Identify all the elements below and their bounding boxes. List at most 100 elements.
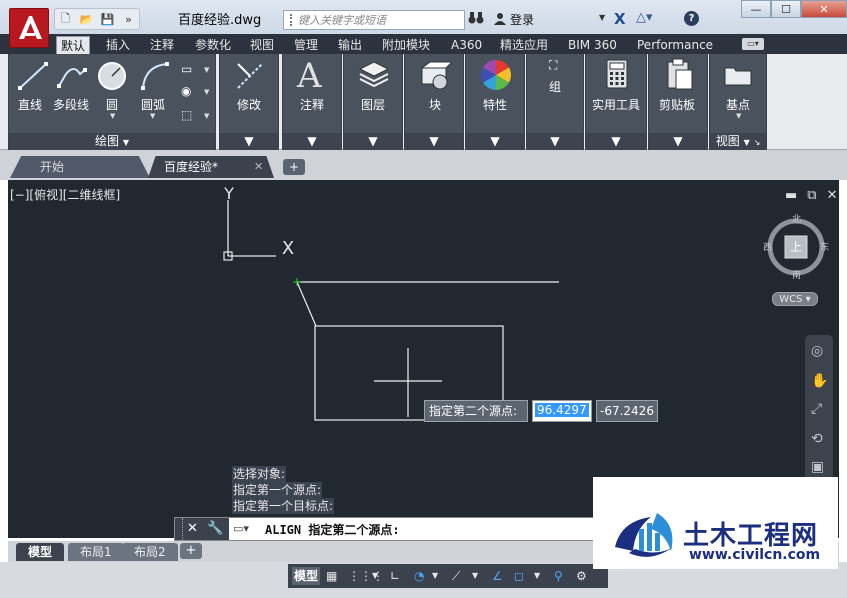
snap-mode-icon[interactable]: ⋮⋮⋮ bbox=[348, 567, 384, 585]
isodraft-dropdown-icon[interactable]: ▼ bbox=[472, 567, 478, 585]
annotation-scale-icon[interactable]: ⚲ bbox=[554, 567, 563, 585]
object-snap-tracking-icon[interactable]: ∠ bbox=[492, 567, 503, 585]
clipboard-panel[interactable]: 剪贴板 ▼ bbox=[648, 54, 708, 150]
clipboard-dropdown-icon[interactable]: ▼ bbox=[649, 133, 707, 150]
command-line-grip[interactable] bbox=[175, 518, 183, 540]
boundary-dropdown-icon[interactable]: ▼ bbox=[204, 112, 209, 120]
modify-panel[interactable]: 修改 ▼ bbox=[219, 54, 279, 150]
tab-view[interactable]: 视图 bbox=[246, 36, 278, 54]
polyline-tool[interactable]: 多段线 bbox=[53, 96, 89, 113]
tab-default[interactable]: 默认 bbox=[56, 36, 91, 54]
utilities-panel[interactable]: 实用工具 ▼ bbox=[585, 54, 647, 150]
annotation-panel[interactable]: A 注释 ▼ bbox=[282, 54, 342, 150]
circle-tool[interactable]: 圆 bbox=[106, 96, 118, 113]
arc-tool[interactable]: 圆弧 bbox=[141, 96, 165, 113]
polar-tracking-icon[interactable]: ◔ bbox=[414, 567, 424, 585]
block-panel[interactable]: 块 ▼ bbox=[404, 54, 464, 150]
object-snap-dropdown-icon[interactable]: ▼ bbox=[534, 567, 540, 585]
properties-dropdown-icon[interactable]: ▼ bbox=[466, 133, 524, 150]
base-dropdown-icon[interactable]: ▼ bbox=[736, 112, 741, 120]
wrench-icon[interactable]: 🔧 bbox=[207, 521, 223, 536]
tab-insert[interactable]: 插入 bbox=[102, 36, 134, 54]
modify-dropdown-icon[interactable]: ▼ bbox=[220, 133, 278, 150]
command-line-close-icon[interactable]: ✕ bbox=[187, 521, 201, 537]
viewcube[interactable]: 北 南 东 西 上 bbox=[763, 215, 829, 281]
steering-wheel-icon[interactable]: ◎ bbox=[811, 343, 823, 359]
tab-model[interactable]: 模型 bbox=[16, 543, 65, 561]
binoculars-icon[interactable] bbox=[468, 11, 484, 29]
minimize-button[interactable]: — bbox=[741, 0, 771, 18]
hatch-icon[interactable]: ◉ bbox=[181, 84, 197, 100]
tab-parametric[interactable]: 参数化 bbox=[191, 36, 235, 54]
rectangle-dropdown-icon[interactable]: ▼ bbox=[204, 66, 209, 74]
tab-bim360[interactable]: BIM 360 bbox=[564, 36, 621, 54]
recent-commands-icon[interactable]: ▭▾ bbox=[233, 522, 249, 535]
dynamic-input-x-field[interactable]: 96.4297 bbox=[532, 400, 592, 422]
isodraft-icon[interactable]: ⟋ bbox=[452, 567, 460, 585]
arc-dropdown-icon[interactable]: ▼ bbox=[150, 112, 155, 120]
wcs-menu[interactable]: WCS ▾ bbox=[772, 292, 818, 306]
orbit-icon[interactable]: ⟲ bbox=[811, 431, 823, 447]
open-file-icon[interactable]: 📂 bbox=[76, 9, 97, 29]
help-icon[interactable]: ? bbox=[684, 11, 699, 26]
a360-icon[interactable]: △▾ bbox=[636, 10, 653, 25]
new-file-icon[interactable]: 🗋 bbox=[55, 9, 76, 29]
tab-layout2[interactable]: 布局2 bbox=[122, 543, 178, 561]
autodesk-exchange-icon[interactable]: X bbox=[614, 10, 626, 28]
panel-launcher-icon[interactable]: ↘ bbox=[754, 138, 761, 147]
add-layout-button[interactable]: + bbox=[180, 543, 202, 559]
viewcube-east[interactable]: 东 bbox=[820, 240, 829, 253]
command-input[interactable]: ALIGN 指定第二个源点: bbox=[265, 521, 400, 538]
tab-addins[interactable]: 附加模块 bbox=[378, 36, 434, 54]
boundary-icon[interactable]: ⬚ bbox=[181, 108, 197, 124]
tab-performance[interactable]: Performance bbox=[633, 36, 717, 54]
base-label[interactable]: 基点 bbox=[726, 96, 750, 113]
groups-panel[interactable]: ⛶ 组 ▼ bbox=[526, 54, 584, 150]
viewcube-north[interactable]: 北 bbox=[792, 212, 801, 225]
tab-featured-apps[interactable]: 精选应用 bbox=[496, 36, 552, 54]
line-tool[interactable]: 直线 bbox=[18, 96, 42, 113]
showmotion-icon[interactable]: ▣ bbox=[811, 459, 824, 475]
snap-dropdown-icon[interactable]: ▼ bbox=[372, 567, 378, 585]
draw-panel-title[interactable]: 绘图 ▼ bbox=[9, 133, 215, 150]
tab-annotate[interactable]: 注释 bbox=[146, 36, 178, 54]
properties-panel[interactable]: 特性 ▼ bbox=[465, 54, 525, 150]
hatch-dropdown-icon[interactable]: ▼ bbox=[204, 88, 209, 96]
annotation-dropdown-icon[interactable]: ▼ bbox=[283, 133, 341, 150]
viewcube-west[interactable]: 西 bbox=[763, 240, 772, 253]
zoom-extents-icon[interactable]: ⤢ bbox=[811, 401, 822, 417]
block-dropdown-icon[interactable]: ▼ bbox=[405, 133, 463, 150]
grid-icon[interactable]: ▦ bbox=[326, 567, 337, 585]
close-tab-icon[interactable]: ✕ bbox=[254, 160, 263, 173]
tab-a360[interactable]: A360 bbox=[447, 36, 486, 54]
login-button[interactable]: 登录 bbox=[494, 11, 534, 28]
circle-dropdown-icon[interactable]: ▼ bbox=[110, 112, 115, 120]
tab-manage[interactable]: 管理 bbox=[290, 36, 322, 54]
model-space-button[interactable]: 模型 bbox=[292, 567, 321, 585]
tab-start[interactable]: 开始 bbox=[10, 156, 150, 178]
view-panel-title[interactable]: 视图 ▼ ↘ bbox=[710, 133, 766, 150]
viewcube-south[interactable]: 南 bbox=[792, 268, 801, 281]
groups-dropdown-icon[interactable]: ▼ bbox=[527, 133, 583, 150]
search-input[interactable]: 键入关键字或短语 bbox=[283, 10, 465, 30]
qat-more-icon[interactable]: » bbox=[118, 9, 139, 29]
utilities-dropdown-icon[interactable]: ▼ bbox=[586, 133, 646, 150]
tab-output[interactable]: 输出 bbox=[334, 36, 366, 54]
tab-layout1[interactable]: 布局1 bbox=[68, 543, 124, 561]
polar-dropdown-icon[interactable]: ▼ bbox=[432, 567, 438, 585]
viewcube-top-face[interactable]: 上 bbox=[790, 238, 802, 255]
object-snap-icon[interactable]: ◻ bbox=[514, 567, 524, 585]
command-line[interactable]: ✕ 🔧 ▭▾ ALIGN 指定第二个源点: bbox=[174, 517, 594, 541]
dynamic-input-y-field[interactable]: -67.2426 bbox=[596, 400, 658, 422]
layers-panel[interactable]: 图层 ▼ bbox=[343, 54, 403, 150]
rectangle-icon[interactable]: ▭ bbox=[181, 62, 197, 78]
application-menu-button[interactable] bbox=[9, 8, 49, 48]
ribbon-minimize-icon[interactable]: ▭▾ bbox=[742, 38, 764, 50]
pan-icon[interactable]: ✋ bbox=[811, 373, 828, 389]
workspace-icon[interactable]: ⚙ bbox=[576, 567, 587, 585]
layers-dropdown-icon[interactable]: ▼ bbox=[344, 133, 402, 150]
save-icon[interactable]: 💾 bbox=[97, 9, 118, 29]
login-dropdown-icon[interactable]: ▼ bbox=[599, 13, 605, 22]
ortho-icon[interactable]: ∟ bbox=[390, 567, 400, 585]
new-tab-button[interactable]: + bbox=[283, 159, 305, 175]
